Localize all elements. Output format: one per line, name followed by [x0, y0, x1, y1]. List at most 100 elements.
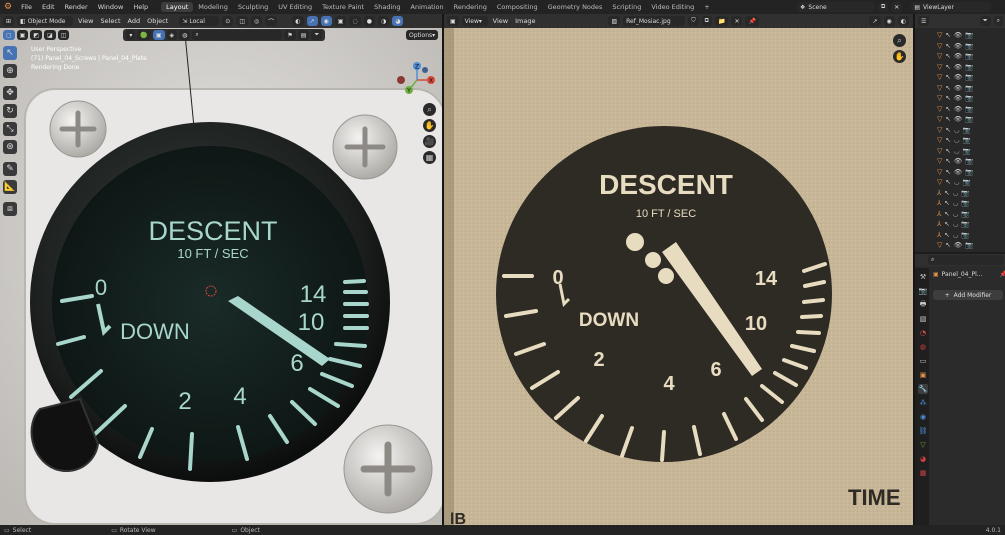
view-layer-props-icon[interactable]: ▧ [918, 314, 928, 324]
hidden-eye-icon[interactable]: ◡ [954, 178, 960, 186]
options-button[interactable]: Options ▾ [406, 30, 438, 40]
search-input[interactable]: ⌕ [192, 30, 283, 40]
select-toggle-icon[interactable]: ↖ [945, 115, 950, 123]
outliner-type-icon[interactable]: ☰ [918, 16, 930, 26]
output-props-icon[interactable]: 🖶 [918, 300, 928, 310]
image-editor-type-icon[interactable]: ▣ [447, 16, 459, 26]
mode-selector[interactable]: ◧ Object Mode [17, 16, 74, 26]
modifier-props-icon[interactable]: 🔧 [918, 384, 928, 394]
visibility-eye-icon[interactable]: 👁 [954, 94, 962, 102]
image-gizmo-icon[interactable]: ↗ [869, 16, 881, 26]
blender-logo-icon[interactable]: ⚙ [0, 2, 16, 12]
scale-tool-icon[interactable]: ⤡ [3, 122, 17, 136]
outliner-row[interactable]: ▽ ↖ ◡ 📷 [915, 125, 1005, 136]
shading-material-icon[interactable]: ◑ [377, 16, 390, 26]
hidden-eye-icon[interactable]: ◡ [953, 199, 959, 207]
render-camera-icon[interactable]: 📷 [965, 157, 973, 165]
gizmo-toggle-icon[interactable]: ↗ [306, 16, 318, 26]
select-toggle-icon[interactable]: ↖ [945, 136, 950, 144]
visibility-eye-icon[interactable]: 👁 [954, 42, 962, 50]
outliner-row[interactable]: ⅄ ↖ ◡ 📷 [915, 188, 1005, 199]
select-toggle-icon[interactable]: ↖ [944, 220, 949, 228]
fake-user-icon[interactable]: ⛉ [688, 16, 699, 26]
navigation-gizmo[interactable]: X Z Y [395, 58, 439, 102]
tab-animation[interactable]: Animation [406, 2, 449, 12]
render-camera-icon[interactable]: 📷 [965, 115, 973, 123]
viewport-3d[interactable]: DESCENT 10 FT / SEC 0 DOWN 2 4 6 10 14 ⊞… [0, 14, 442, 525]
menu-add[interactable]: Add [126, 17, 143, 25]
cursor-tool-icon[interactable]: ⊕ [3, 64, 17, 78]
select-toggle-icon[interactable]: ↖ [945, 73, 950, 81]
tab-shading[interactable]: Shading [369, 2, 405, 12]
outliner-row[interactable]: ▽↖ 👁📷 [915, 51, 1005, 62]
visibility-eye-icon[interactable]: 👁 [954, 105, 962, 113]
funnel-icon[interactable]: ⏷ [311, 30, 323, 40]
add-modifier-button[interactable]: + Add Modifier [933, 290, 1003, 300]
add-cube-tool-icon[interactable]: ⧈ [3, 202, 17, 216]
scene-props-icon[interactable]: ◔ [918, 328, 928, 338]
image-pan-icon[interactable]: ✋ [893, 50, 906, 63]
outliner-row[interactable]: ▽↖ 👁📷 [915, 240, 1005, 251]
outliner-row[interactable]: ⅄ ↖ ◡ 📷 [915, 230, 1005, 241]
menu-object[interactable]: Object [145, 17, 170, 25]
shading-wire-icon[interactable]: ◌ [349, 16, 361, 26]
render-camera-icon[interactable]: 📷 [965, 73, 973, 81]
menu-view[interactable]: View [76, 17, 95, 25]
outliner-row[interactable]: ▽↖ 👁📷 [915, 62, 1005, 73]
render-camera-icon[interactable]: 📷 [961, 210, 969, 218]
snap-icon[interactable]: ◫ [236, 16, 248, 26]
filter-object-icon[interactable]: ▣ [152, 30, 165, 40]
select-toggle-icon[interactable]: ↖ [945, 31, 950, 39]
zoom-icon[interactable]: ⌕ [423, 103, 436, 116]
filter-color-icon[interactable]: 🟢 [137, 30, 151, 40]
outliner-row[interactable]: ⅄ ↖ ◡ 📷 [915, 209, 1005, 220]
visibility-eye-icon[interactable]: 👁 [954, 115, 962, 123]
hidden-eye-icon[interactable]: ◡ [954, 126, 960, 134]
editor-type-icon[interactable]: ⊞ [3, 16, 15, 26]
transform-orientation[interactable]: ⇲ Local [179, 16, 220, 26]
image-overlay-icon[interactable]: ◉ [883, 16, 895, 26]
scene-copy-icon[interactable]: ⧉ [878, 2, 889, 12]
transform-tool-icon[interactable]: ⊛ [3, 140, 17, 154]
render-camera-icon[interactable]: 📷 [961, 231, 969, 239]
tab-sculpting[interactable]: Sculpting [233, 2, 273, 12]
outliner-row[interactable]: ▽↖ 👁📷 [915, 156, 1005, 167]
select-toggle-icon[interactable]: ↖ [945, 168, 950, 176]
visibility-eye-icon[interactable]: 👁 [954, 63, 962, 71]
menu-help[interactable]: Help [128, 3, 153, 11]
shading-solid-icon[interactable]: ● [363, 16, 375, 26]
image-name-field[interactable]: Ref_Mosiac.jpg [623, 16, 686, 26]
hidden-eye-icon[interactable]: ◡ [953, 210, 959, 218]
add-workspace-icon[interactable]: + [699, 2, 714, 12]
outliner-row[interactable]: ▽↖ 👁📷 [915, 93, 1005, 104]
viewlayer-selector[interactable]: ▤ ViewLayer [911, 2, 992, 12]
select-toggle-icon[interactable]: ↖ [945, 52, 950, 60]
texture-props-icon[interactable]: ▦ [918, 468, 928, 478]
rotate-tool-icon[interactable]: ↻ [3, 104, 17, 118]
outliner-row[interactable]: ▽ ↖ ◡ 📷 [915, 135, 1005, 146]
select-toggle-icon[interactable]: ↖ [944, 231, 949, 239]
new-image-icon[interactable]: ⧉ [701, 16, 712, 26]
image-editor[interactable]: DESCENT 10 FT / SEC 0 DOWN 2 4 6 10 14 T… [444, 14, 913, 525]
render-camera-icon[interactable]: 📷 [965, 63, 973, 71]
select-toggle-icon[interactable]: ↖ [945, 94, 950, 102]
scene-remove-icon[interactable]: ✕ [891, 2, 903, 12]
select-toggle-icon[interactable]: ↖ [945, 157, 950, 165]
proportional-edit-icon[interactable]: ◎ [251, 16, 263, 26]
filter-list-icon[interactable]: ▤ [297, 30, 310, 40]
select-tool-icon[interactable]: ↖ [3, 46, 17, 60]
select-box-icon[interactable]: ▢ [3, 30, 15, 40]
data-props-icon[interactable]: ▽ [918, 440, 928, 450]
particles-props-icon[interactable]: ⁂ [918, 398, 928, 408]
pin-icon[interactable]: 📌 [745, 16, 759, 26]
properties-pin-icon[interactable]: 📌 [1000, 271, 1005, 278]
render-camera-icon[interactable]: 📷 [961, 199, 969, 207]
visibility-eye-icon[interactable]: 👁 [954, 52, 962, 60]
physics-props-icon[interactable]: ◉ [918, 412, 928, 422]
menu-edit[interactable]: Edit [37, 3, 60, 11]
visibility-eye-icon[interactable]: 👁 [954, 168, 962, 176]
select-toggle-icon[interactable]: ↖ [945, 241, 950, 249]
render-camera-icon[interactable]: 📷 [965, 168, 973, 176]
visibility-eye-icon[interactable]: 👁 [954, 157, 962, 165]
select-invert-icon[interactable]: ◪ [44, 30, 56, 40]
